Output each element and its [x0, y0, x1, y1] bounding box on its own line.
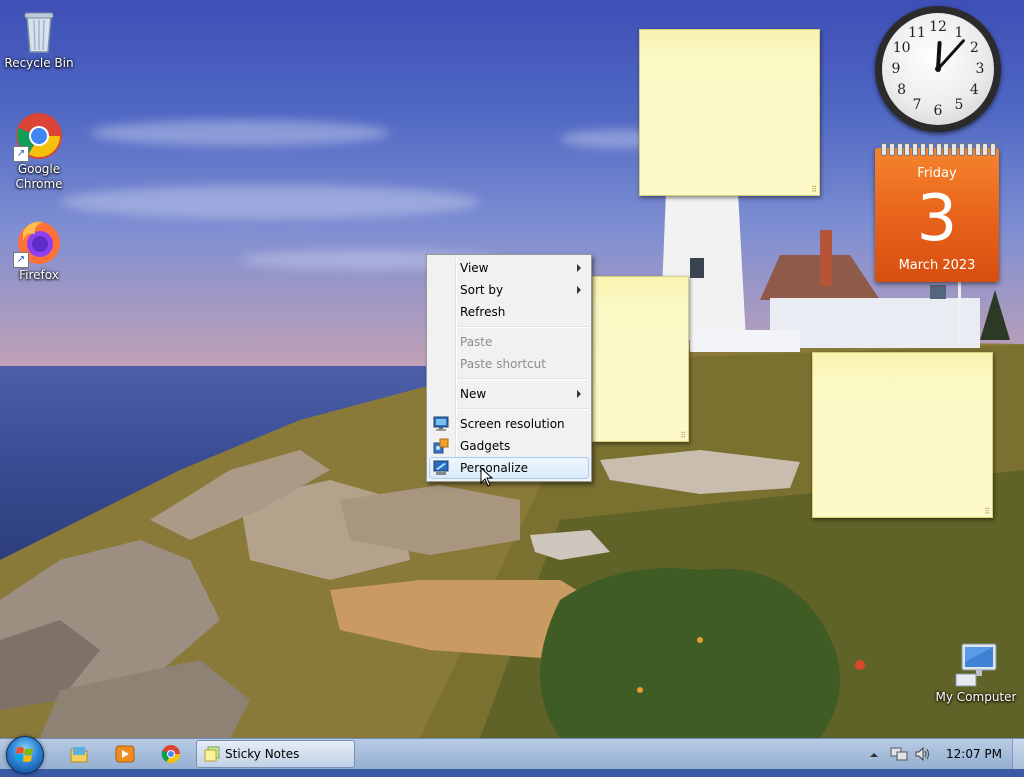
desktop-icon-label: Recycle Bin: [4, 56, 74, 70]
menu-item-label: Screen resolution: [460, 417, 565, 431]
taskbar-pinned-media-player[interactable]: [110, 741, 140, 767]
chrome-icon: [161, 745, 180, 764]
menu-item-view[interactable]: View: [429, 257, 589, 279]
sticky-note[interactable]: ⠿: [812, 352, 993, 518]
menu-item-label: New: [460, 387, 487, 401]
calendar-ring: [896, 143, 903, 156]
firefox-icon: ↗: [13, 218, 63, 268]
sticky-notes-icon: [204, 746, 220, 762]
calendar-ring: [982, 143, 989, 156]
menu-item-paste-shortcut[interactable]: Paste shortcut: [429, 353, 589, 375]
show-hidden-icons-arrow[interactable]: [867, 747, 881, 761]
desktop-icon-label: My Computer: [935, 690, 1017, 704]
calendar-ring: [943, 143, 950, 156]
media-player-icon: [115, 745, 135, 763]
menu-item-label: Refresh: [460, 305, 506, 319]
taskbar-task-label: Sticky Notes: [225, 747, 300, 761]
submenu-arrow-icon: [577, 286, 581, 294]
calendar-ring: [974, 143, 981, 156]
calendar-ring: [966, 143, 973, 156]
recycle-bin-icon: [15, 6, 63, 54]
start-button[interactable]: [6, 736, 44, 774]
submenu-arrow-icon: [577, 264, 581, 272]
desktop-context-menu: View Sort by Refresh Paste Paste shortcu…: [426, 254, 592, 482]
taskbar-pinned-chrome[interactable]: [156, 741, 186, 767]
shortcut-arrow-icon: ↗: [13, 146, 29, 162]
volume-icon[interactable]: [914, 746, 932, 762]
personalize-icon: [433, 460, 449, 475]
menu-item-label: Paste shortcut: [460, 357, 546, 371]
shortcut-arrow-icon: ↗: [13, 252, 29, 268]
menu-item-label: Personalize: [460, 461, 529, 475]
calendar-day-number: 3: [916, 182, 958, 256]
taskbar-pinned-explorer[interactable]: [64, 741, 94, 767]
clock-center-pin: [935, 66, 941, 72]
calendar-ring: [935, 143, 942, 156]
calendar-ring: [951, 143, 958, 156]
monitor-icon: [433, 416, 449, 431]
menu-separator: [457, 326, 589, 328]
calendar-ring: [881, 143, 887, 156]
submenu-arrow-icon: [577, 390, 581, 398]
taskbar: Sticky Notes 12:07 PM: [0, 736, 1024, 774]
calendar-ring: [888, 143, 895, 156]
menu-item-gadgets[interactable]: Gadgets: [429, 435, 589, 457]
system-clock[interactable]: 12:07 PM: [944, 739, 1004, 769]
calendar-ring: [912, 143, 919, 156]
taskbar-task-sticky-notes[interactable]: Sticky Notes: [196, 740, 355, 768]
menu-item-label: Gadgets: [460, 439, 511, 453]
clock-face: 12 1 2 3 4 5 6 7 8 9 10 11: [882, 13, 994, 125]
show-desktop-button[interactable]: [1012, 739, 1024, 769]
menu-item-label: View: [460, 261, 489, 275]
desktop-icon-recycle-bin[interactable]: Recycle Bin: [0, 6, 78, 70]
calendar-day-name: Friday: [917, 166, 957, 181]
clock-hands: [935, 39, 965, 72]
calendar-ring: [920, 143, 926, 156]
chrome-icon: ↗: [13, 112, 63, 162]
menu-separator: [457, 408, 589, 410]
calendar-month-year: March 2023: [898, 258, 976, 273]
desktop-icon-google-chrome[interactable]: ↗ Google Chrome: [0, 112, 78, 192]
desktop-icon-label: Google Chrome: [15, 162, 63, 191]
resize-grip-icon[interactable]: ⠿: [811, 186, 817, 194]
menu-separator: [457, 378, 589, 380]
resize-grip-icon[interactable]: ⠿: [984, 508, 990, 516]
calendar-ring: [959, 143, 965, 156]
computer-icon: [952, 640, 1000, 688]
calendar-ring: [904, 143, 911, 156]
desktop-icon-label: Firefox: [19, 268, 59, 282]
menu-item-screen-resolution[interactable]: Screen resolution: [429, 413, 589, 435]
menu-item-personalize[interactable]: Personalize: [429, 457, 589, 479]
menu-item-label: Paste: [460, 335, 493, 349]
mouse-cursor-icon: [480, 467, 494, 487]
calendar-ring: [927, 143, 934, 156]
clock-gadget[interactable]: 12 1 2 3 4 5 6 7 8 9 10 11: [875, 6, 1001, 132]
menu-item-paste[interactable]: Paste: [429, 331, 589, 353]
calendar-ring: [990, 143, 997, 156]
clock-hour-hand: [936, 41, 942, 71]
clock-minute-hand: [936, 39, 965, 71]
menu-item-sort-by[interactable]: Sort by: [429, 279, 589, 301]
menu-item-label: Sort by: [460, 283, 504, 297]
menu-item-refresh[interactable]: Refresh: [429, 301, 589, 323]
resize-grip-icon[interactable]: ⠿: [680, 432, 686, 440]
explorer-icon: [70, 747, 88, 763]
network-icon[interactable]: [890, 746, 908, 762]
desktop-icon-firefox[interactable]: ↗ Firefox: [0, 218, 78, 282]
gadgets-icon: [433, 438, 449, 454]
sticky-note[interactable]: ⠿: [639, 29, 820, 196]
menu-item-new[interactable]: New: [429, 383, 589, 405]
desktop-icon-my-computer[interactable]: My Computer: [934, 640, 1018, 704]
calendar-gadget[interactable]: Friday 3 March 2023: [875, 143, 999, 282]
sticky-note[interactable]: ⠿: [592, 276, 689, 442]
